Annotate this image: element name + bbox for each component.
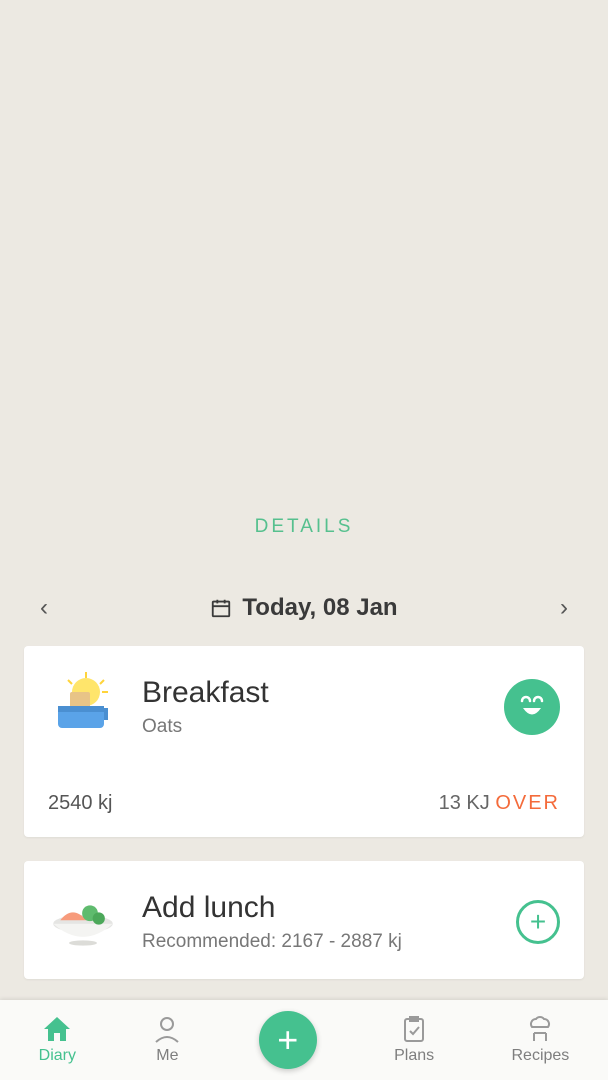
- breakfast-title: Breakfast: [142, 676, 269, 710]
- macros-row: CARBS 99 g left PROTEIN 52 g left FAT 20…: [0, 382, 608, 444]
- macro-carbs: CARBS 99 g left: [41, 382, 161, 444]
- plan-title: VEGAN FOR A WEEK: [0, 46, 608, 72]
- date-navigator: ‹ Today, 08 Jan ›: [0, 594, 608, 622]
- details-button[interactable]: DETAILS: [0, 516, 608, 538]
- tab-diary[interactable]: Diary: [39, 1015, 76, 1065]
- breakfast-energy: 2540 kj: [48, 792, 113, 815]
- mood-button[interactable]: [504, 679, 560, 735]
- location-icon: ➤: [447, 8, 460, 28]
- macro-protein: PROTEIN 52 g left: [244, 382, 364, 444]
- status-time: 09:41: [51, 9, 425, 27]
- signal-icon: [31, 9, 51, 28]
- breakfast-card[interactable]: Breakfast Oats 2540 kj 13 KJ OVER: [24, 646, 584, 837]
- calendar-icon: [210, 597, 232, 619]
- status-bar: ✈ 09:41 ⊕ ➤ ▢ 100% ⚡: [0, 0, 608, 28]
- burned-stat: 0 BURNED: [500, 199, 571, 255]
- add-lunch-button[interactable]: +: [516, 900, 560, 944]
- next-day-button[interactable]: ›: [560, 594, 568, 622]
- battery-icon: [540, 11, 570, 25]
- home-icon: [42, 1015, 72, 1043]
- eaten-stat: 3898 EATEN: [37, 199, 104, 255]
- charging-icon: ⚡: [578, 8, 598, 28]
- lunch-title: Add lunch: [142, 891, 402, 925]
- bowl-icon: [48, 887, 118, 957]
- clipboard-check-icon: [400, 1015, 428, 1043]
- kj-left-ring[interactable]: 3324 KJ LEFT: [177, 102, 427, 352]
- airplane-mode-icon: ✈: [10, 8, 23, 28]
- tab-bar: Diary Me + Plans Recipes: [0, 1000, 608, 1080]
- person-icon: [153, 1015, 181, 1043]
- chef-hat-icon: [526, 1015, 554, 1043]
- macro-fat: FAT 20 g left: [447, 382, 567, 444]
- battery-percent: 100%: [491, 9, 532, 27]
- orientation-lock-icon: ⊕: [425, 8, 438, 28]
- summary-hero: ✈ 09:41 ⊕ ➤ ▢ 100% ⚡ VEGAN FOR A WEEK 38…: [0, 0, 608, 540]
- breakfast-subtitle: Oats: [142, 716, 269, 738]
- tab-me[interactable]: Me: [153, 1015, 181, 1065]
- lunch-subtitle: Recommended: 2167 - 2887 kj: [142, 931, 402, 953]
- add-fab[interactable]: +: [259, 1011, 317, 1069]
- date-label[interactable]: Today, 08 Jan: [210, 594, 397, 622]
- toaster-icon: [48, 672, 118, 742]
- lunch-card[interactable]: Add lunch Recommended: 2167 - 2887 kj +: [24, 861, 584, 979]
- airplay-icon: ▢: [468, 8, 483, 28]
- breakfast-over: 13 KJ OVER: [439, 792, 560, 815]
- tab-plans[interactable]: Plans: [394, 1015, 434, 1065]
- prev-day-button[interactable]: ‹: [40, 594, 48, 622]
- tab-recipes[interactable]: Recipes: [511, 1015, 569, 1065]
